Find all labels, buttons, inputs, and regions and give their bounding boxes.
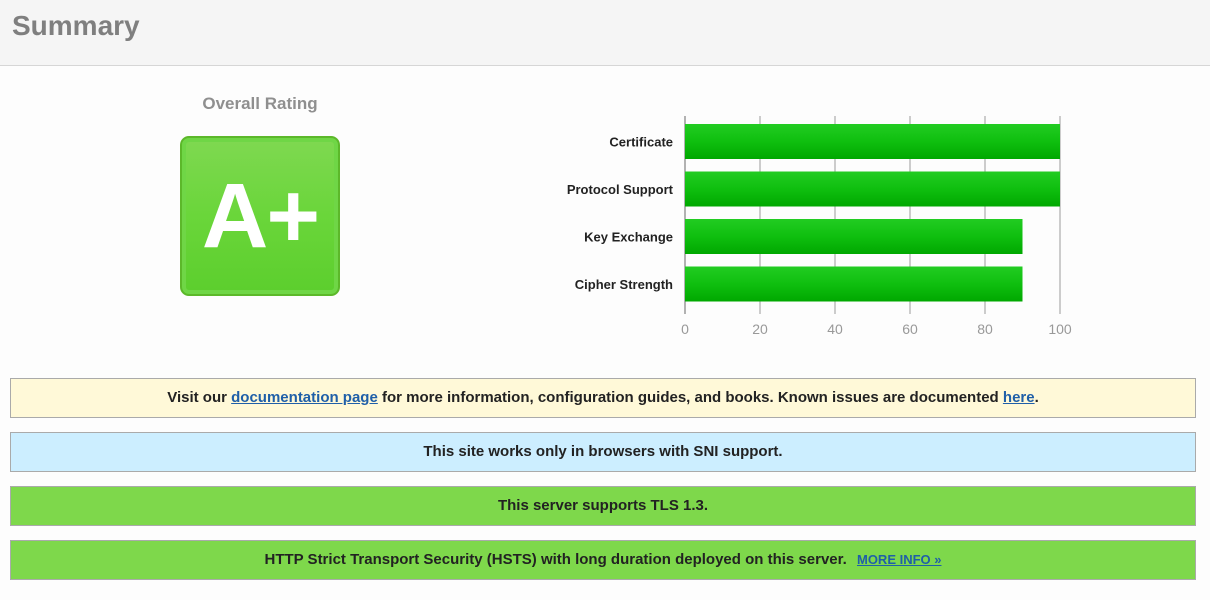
rating-bar-chart: Certificate Protocol Support Key Exchange C… xyxy=(567,116,1072,337)
docs-suffix: . xyxy=(1034,389,1039,406)
x-tick-label: 0 xyxy=(681,321,689,337)
x-tick-label: 80 xyxy=(977,321,993,337)
sni-notice-text: This site works only in browsers with SN… xyxy=(423,443,783,460)
bar-label: Protocol Support xyxy=(567,182,674,197)
overall-rating-label: Overall Rating xyxy=(202,94,318,113)
sni-notice: This site works only in browsers with SN… xyxy=(10,432,1196,472)
bar-certificate xyxy=(685,124,1060,159)
bar-protocol-support xyxy=(685,171,1060,207)
x-tick-label: 20 xyxy=(752,321,768,337)
bar-label: Certificate xyxy=(609,135,673,150)
grade-badge: A+ xyxy=(180,136,340,296)
x-tick-label: 40 xyxy=(827,321,843,337)
x-tick-label: 60 xyxy=(902,321,918,337)
page-title: Summary xyxy=(12,10,140,41)
documentation-notice: Visit our documentation page for more in… xyxy=(10,378,1196,418)
summary-header: Summary xyxy=(0,0,1210,66)
documentation-page-link[interactable]: documentation page xyxy=(231,389,378,406)
known-issues-link[interactable]: here xyxy=(1003,389,1035,406)
bar-cipher-strength xyxy=(685,266,1023,302)
bar-label: Cipher Strength xyxy=(575,277,673,292)
docs-prefix: Visit our xyxy=(167,389,232,406)
docs-middle: for more information, configuration guid… xyxy=(377,389,1003,406)
hsts-notice-text: HTTP Strict Transport Security (HSTS) wi… xyxy=(264,551,847,568)
x-tick-label: 100 xyxy=(1048,321,1072,337)
bar-key-exchange xyxy=(685,219,1023,254)
hsts-more-info-link[interactable]: MORE INFO » xyxy=(857,552,942,567)
tls13-notice: This server supports TLS 1.3. xyxy=(10,486,1196,526)
bar-label: Key Exchange xyxy=(584,230,673,245)
hsts-notice: HTTP Strict Transport Security (HSTS) wi… xyxy=(10,540,1196,580)
tls13-notice-text: This server supports TLS 1.3. xyxy=(497,497,709,514)
